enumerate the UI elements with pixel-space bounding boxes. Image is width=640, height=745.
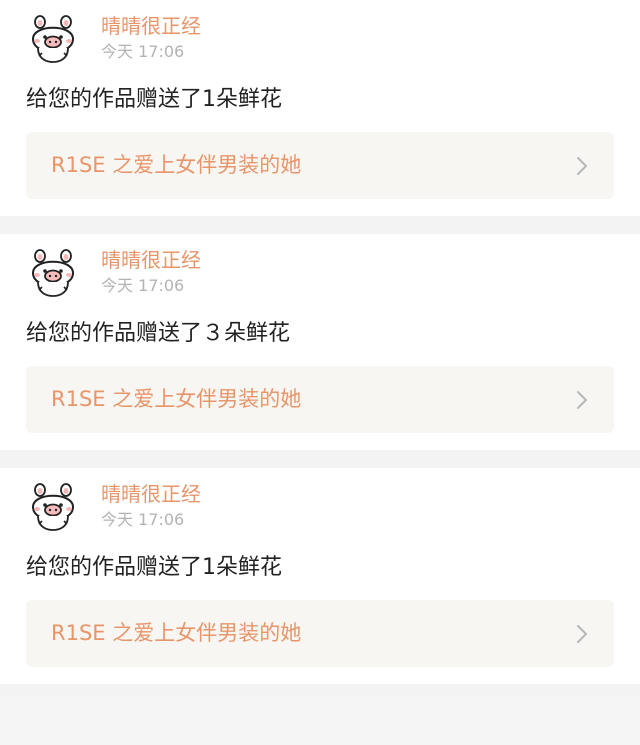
- separator: [0, 216, 640, 234]
- separator: [0, 684, 640, 697]
- avatar[interactable]: [28, 482, 78, 532]
- work-link-card[interactable]: R1SE 之爱上女伴男装的她: [26, 366, 614, 433]
- notification-feed: 晴晴很正经 今天 17:06 给您的作品赠送了1朵鲜花 R1SE 之爱上女伴男装…: [0, 0, 640, 697]
- chevron-right-icon: [576, 390, 588, 410]
- work-title: R1SE 之爱上女伴男装的她: [51, 153, 302, 177]
- gift-message: 给您的作品赠送了３朵鲜花: [26, 321, 291, 346]
- pig-avatar-icon: [31, 249, 75, 297]
- sender-username[interactable]: 晴晴很正经: [101, 14, 201, 38]
- avatar[interactable]: [28, 14, 78, 64]
- chevron-right-icon: [576, 156, 588, 176]
- sender-username[interactable]: 晴晴很正经: [101, 482, 201, 506]
- pig-avatar-icon: [31, 483, 75, 531]
- gift-message: 给您的作品赠送了1朵鲜花: [26, 555, 282, 580]
- chevron-right-icon: [576, 624, 588, 644]
- sender-username[interactable]: 晴晴很正经: [101, 248, 201, 272]
- work-title: R1SE 之爱上女伴男装的她: [51, 621, 302, 645]
- gift-notification-card: 晴晴很正经 今天 17:06 给您的作品赠送了1朵鲜花 R1SE 之爱上女伴男装…: [0, 468, 640, 684]
- work-link-card[interactable]: R1SE 之爱上女伴男装的她: [26, 600, 614, 667]
- gift-message: 给您的作品赠送了1朵鲜花: [26, 87, 282, 112]
- gift-notification-card: 晴晴很正经 今天 17:06 给您的作品赠送了３朵鲜花 R1SE 之爱上女伴男装…: [0, 234, 640, 450]
- gift-notification-card: 晴晴很正经 今天 17:06 给您的作品赠送了1朵鲜花 R1SE 之爱上女伴男装…: [0, 0, 640, 216]
- notification-time: 今天 17:06: [101, 510, 185, 529]
- pig-avatar-icon: [31, 15, 75, 63]
- work-title: R1SE 之爱上女伴男装的她: [51, 387, 302, 411]
- work-link-card[interactable]: R1SE 之爱上女伴男装的她: [26, 132, 614, 199]
- avatar[interactable]: [28, 248, 78, 298]
- notification-time: 今天 17:06: [101, 276, 185, 295]
- notification-time: 今天 17:06: [101, 42, 185, 61]
- separator: [0, 450, 640, 468]
